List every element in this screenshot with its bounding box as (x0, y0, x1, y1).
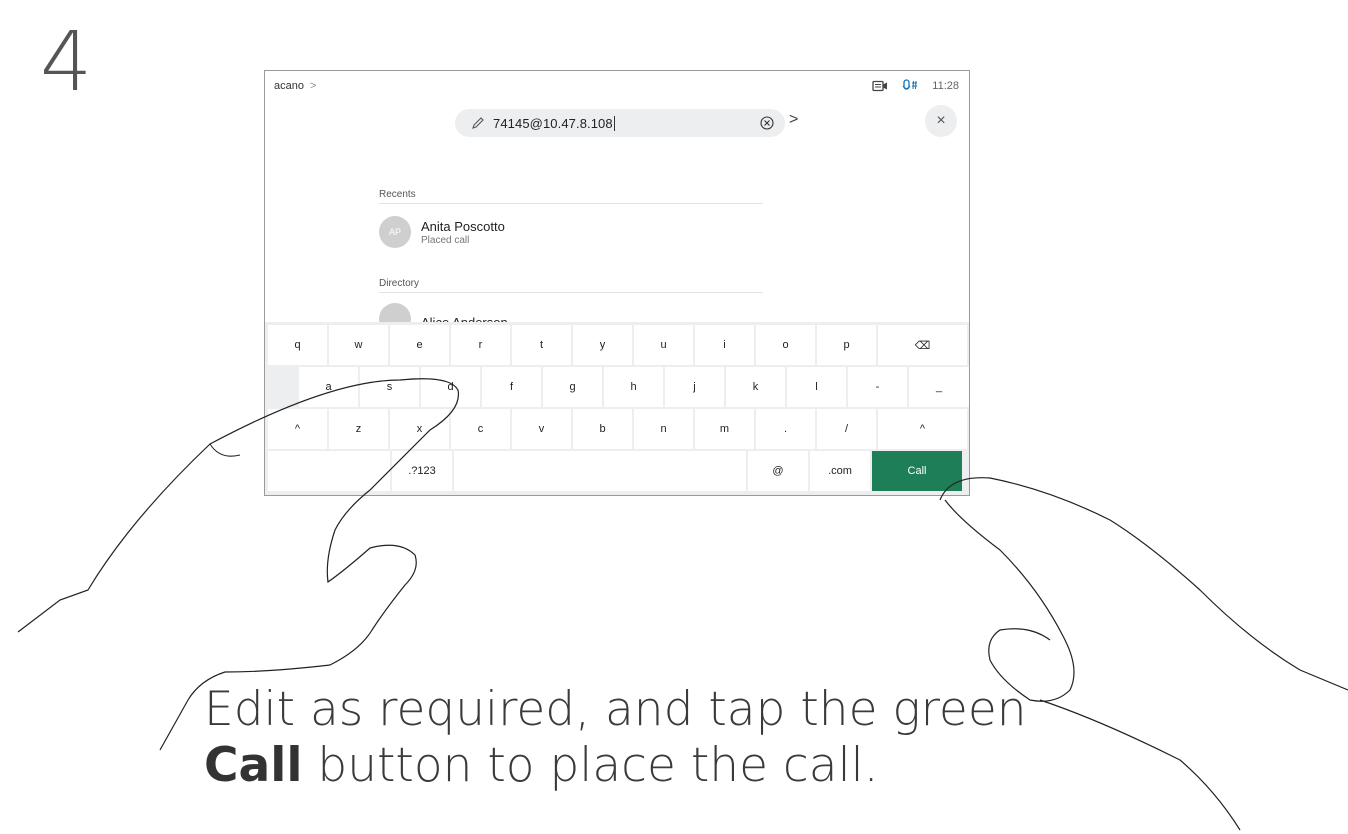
instruction-line-2: Call button to place the call. (204, 738, 1027, 794)
status-area: 11:28 (872, 79, 959, 93)
key--[interactable]: - (848, 367, 907, 407)
close-button[interactable]: × (925, 105, 957, 137)
key-l[interactable]: l (787, 367, 846, 407)
keyboard-row: a s d f g h j k l - _ (299, 367, 969, 407)
key-q[interactable]: q (268, 325, 327, 365)
key-f[interactable]: f (482, 367, 541, 407)
key-spacer (268, 451, 390, 491)
go-arrow-icon[interactable]: > (789, 111, 798, 129)
left-hand-detail (209, 443, 241, 457)
dial-input-value[interactable]: 74145@10.47.8.108 (493, 115, 615, 131)
directory-heading: Directory (379, 278, 420, 289)
key-.[interactable]: . (756, 409, 815, 449)
dial-input[interactable]: 74145@10.47.8.108 (455, 109, 785, 137)
key-d[interactable]: d (421, 367, 480, 407)
microphone-icon[interactable] (902, 79, 918, 93)
key-r[interactable]: r (451, 325, 510, 365)
step-number: 4 (40, 15, 93, 110)
clock: 11:28 (932, 80, 959, 92)
breadcrumb[interactable]: acano > (274, 80, 316, 92)
keyboard-row: .?123 @ .com Call (268, 451, 962, 491)
instruction-rest: button to place the call. (302, 738, 879, 793)
key-at[interactable]: @ (748, 451, 808, 491)
avatar: AP (379, 216, 411, 248)
contact-detail: Placed call (421, 234, 470, 246)
key-s[interactable]: s (360, 367, 419, 407)
recent-contact[interactable]: AP Anita Poscotto Placed call (379, 216, 505, 248)
key-symbols[interactable]: .?123 (392, 451, 452, 491)
divider (379, 203, 763, 204)
top-bar: acano > 11:28 (265, 71, 969, 105)
key-dotcom[interactable]: .com (810, 451, 870, 491)
pencil-icon (472, 117, 484, 129)
key-x[interactable]: x (390, 409, 449, 449)
key-a[interactable]: a (299, 367, 358, 407)
key-shift[interactable]: ^ (878, 409, 967, 449)
key-backspace[interactable]: ⌫ (878, 325, 967, 365)
key-/[interactable]: / (817, 409, 876, 449)
key-c[interactable]: c (451, 409, 510, 449)
key-h[interactable]: h (604, 367, 663, 407)
camera-icon[interactable] (872, 80, 888, 92)
key-o[interactable]: o (756, 325, 815, 365)
key-z[interactable]: z (329, 409, 388, 449)
instruction-bold-call: Call (204, 738, 303, 793)
contact-name: Anita Poscotto (421, 218, 505, 234)
key-g[interactable]: g (543, 367, 602, 407)
key-y[interactable]: y (573, 325, 632, 365)
chevron-right-icon: > (309, 80, 317, 92)
key-shift[interactable]: ^ (268, 409, 327, 449)
key-u[interactable]: u (634, 325, 693, 365)
call-button[interactable]: Call (872, 451, 962, 491)
key-v[interactable]: v (512, 409, 571, 449)
breadcrumb-label: acano (274, 80, 304, 92)
key-m[interactable]: m (695, 409, 754, 449)
instruction-line-1: Edit as required, and tap the green (204, 682, 1027, 737)
key-w[interactable]: w (329, 325, 388, 365)
key-space[interactable] (454, 451, 746, 491)
clear-icon[interactable] (759, 115, 775, 131)
recents-heading: Recents (379, 189, 416, 200)
keyboard-row: q w e r t y u i o p ⌫ (268, 325, 967, 365)
touch-panel-screen: acano > 11:28 74145@10.47.8.108 > × Rece… (264, 70, 970, 496)
key-j[interactable]: j (665, 367, 724, 407)
divider (379, 292, 763, 293)
key-b[interactable]: b (573, 409, 632, 449)
key-t[interactable]: t (512, 325, 571, 365)
keyboard-row: ^ z x c v b n m. / ^ (268, 409, 967, 449)
on-screen-keyboard: q w e r t y u i o p ⌫ a s d f g h j k l - _ ^ z x c v b n m. / ^ .?12… (265, 322, 969, 495)
instruction-text: Edit as required, and tap the green Call… (204, 682, 1027, 794)
key-i[interactable]: i (695, 325, 754, 365)
key-k[interactable]: k (726, 367, 785, 407)
key-p[interactable]: p (817, 325, 876, 365)
key-n[interactable]: n (634, 409, 693, 449)
key-_[interactable]: _ (909, 367, 969, 407)
key-e[interactable]: e (390, 325, 449, 365)
